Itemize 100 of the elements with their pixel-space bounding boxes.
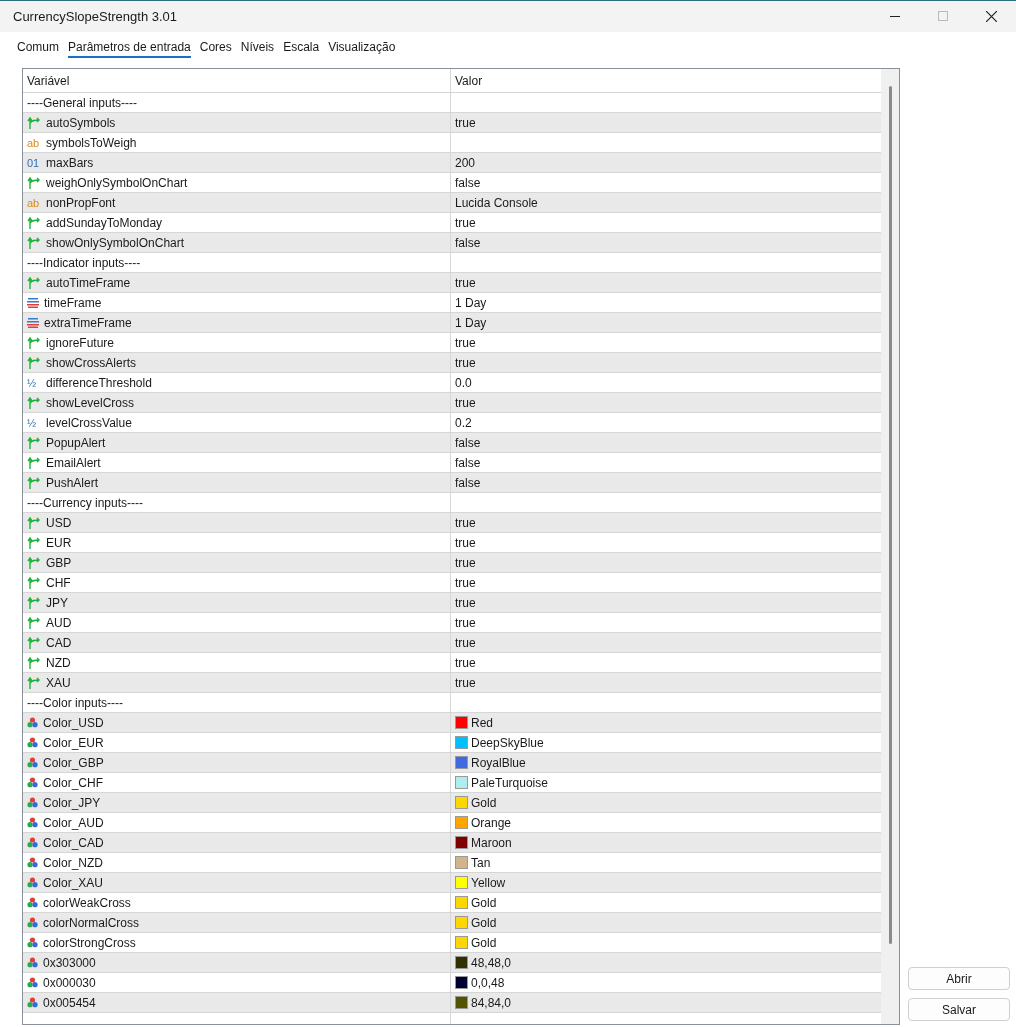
value-text[interactable]: Gold bbox=[471, 935, 497, 950]
value-text[interactable]: RoyalBlue bbox=[471, 755, 526, 770]
dialog-button[interactable]: Salvar bbox=[908, 998, 1010, 1021]
branch-arrow-icon bbox=[27, 175, 41, 190]
variable-name: Color_XAU bbox=[43, 875, 104, 890]
branch-arrow-icon bbox=[27, 615, 41, 630]
value-text[interactable]: 1 Day bbox=[455, 295, 487, 310]
color-circles-icon bbox=[27, 997, 38, 1008]
branch-arrow-icon bbox=[27, 675, 41, 690]
variable-name: Color_JPY bbox=[43, 795, 101, 810]
variable-name: levelCrossValue bbox=[46, 415, 132, 430]
type-icon: ½ bbox=[27, 376, 41, 389]
variable-name: autoTimeFrame bbox=[46, 275, 131, 290]
variable-name: PopupAlert bbox=[46, 435, 106, 450]
value-text[interactable]: false bbox=[455, 455, 481, 470]
variable-name: ignoreFuture bbox=[46, 335, 115, 350]
variable-name: EmailAlert bbox=[46, 455, 101, 470]
close-icon[interactable] bbox=[986, 11, 997, 22]
value-text[interactable]: 0.2 bbox=[455, 415, 472, 430]
variable-name: EUR bbox=[46, 535, 72, 550]
value-text[interactable]: true bbox=[455, 395, 476, 410]
color-circles-icon bbox=[27, 757, 38, 768]
variable-name: Color_CAD bbox=[43, 835, 104, 850]
variable-name: Color_NZD bbox=[43, 855, 103, 870]
variable-name: Color_AUD bbox=[43, 815, 104, 830]
tab[interactable]: Comum bbox=[17, 40, 59, 58]
value-text[interactable]: true bbox=[455, 615, 476, 630]
variable-name: autoSymbols bbox=[46, 115, 116, 130]
variable-name: XAU bbox=[46, 675, 71, 690]
branch-arrow-icon bbox=[27, 535, 41, 550]
value-text[interactable]: false bbox=[455, 175, 481, 190]
value-text[interactable]: true bbox=[455, 275, 476, 290]
tab[interactable]: Níveis bbox=[240, 40, 275, 58]
value-text[interactable]: false bbox=[455, 235, 481, 250]
group-header: ----Currency inputs---- bbox=[27, 495, 143, 510]
value-text[interactable]: Orange bbox=[471, 815, 512, 830]
value-text[interactable]: true bbox=[455, 535, 476, 550]
value-text[interactable]: true bbox=[455, 555, 476, 570]
value-text[interactable]: 0.0 bbox=[455, 375, 472, 390]
variable-name: extraTimeFrame bbox=[44, 315, 132, 330]
variable-name: Color_USD bbox=[43, 715, 104, 730]
value-text[interactable]: true bbox=[455, 595, 476, 610]
value-text[interactable]: true bbox=[455, 575, 476, 590]
value-text[interactable]: Tan bbox=[471, 855, 491, 870]
tab[interactable]: Parâmetros de entrada bbox=[68, 40, 191, 58]
variable-name: CHF bbox=[46, 575, 71, 590]
value-text[interactable]: 200 bbox=[455, 155, 476, 170]
value-text[interactable]: Yellow bbox=[471, 875, 506, 890]
value-text[interactable]: true bbox=[455, 335, 476, 350]
dialog-button[interactable]: Abrir bbox=[908, 967, 1010, 990]
branch-arrow-icon bbox=[27, 235, 41, 250]
column-header[interactable]: Variável bbox=[23, 69, 451, 93]
value-text[interactable]: 48,48,0 bbox=[471, 955, 512, 970]
value-text[interactable]: true bbox=[455, 675, 476, 690]
variable-name: colorStrongCross bbox=[43, 935, 136, 950]
value-text[interactable]: 0,0,48 bbox=[471, 975, 505, 990]
value-text[interactable]: Gold bbox=[471, 915, 497, 930]
branch-arrow-icon bbox=[27, 455, 41, 470]
variable-name: 0x303000 bbox=[43, 955, 96, 970]
tab[interactable]: Escala bbox=[283, 40, 320, 58]
value-text[interactable]: Red bbox=[471, 715, 493, 730]
variable-name: CAD bbox=[46, 635, 72, 650]
variable-name: 0x000030 bbox=[43, 975, 96, 990]
value-text[interactable]: true bbox=[455, 115, 476, 130]
value-text[interactable]: Lucida Console bbox=[455, 195, 538, 210]
branch-arrow-icon bbox=[27, 395, 41, 410]
variable-name: Color_CHF bbox=[43, 775, 103, 790]
value-text[interactable]: Gold bbox=[471, 895, 497, 910]
column-header[interactable]: Valor bbox=[451, 69, 483, 93]
value-text[interactable]: true bbox=[455, 635, 476, 650]
value-text[interactable]: false bbox=[455, 475, 481, 490]
branch-arrow-icon bbox=[27, 215, 41, 230]
maximize-icon[interactable] bbox=[938, 11, 948, 21]
value-text[interactable]: true bbox=[455, 215, 476, 230]
value-text[interactable]: true bbox=[455, 515, 476, 530]
value-text[interactable]: PaleTurquoise bbox=[471, 775, 548, 790]
scrollbar-thumb[interactable] bbox=[888, 86, 892, 944]
branch-arrow-icon bbox=[27, 655, 41, 670]
window-title: CurrencySlopeStrength 3.01 bbox=[12, 9, 178, 24]
value-text[interactable]: true bbox=[455, 355, 476, 370]
value-text[interactable]: 1 Day bbox=[455, 315, 487, 330]
value-text[interactable]: DeepSkyBlue bbox=[471, 735, 544, 750]
variable-name: Color_EUR bbox=[43, 735, 104, 750]
value-text[interactable]: true bbox=[455, 655, 476, 670]
tab[interactable]: Cores bbox=[199, 40, 232, 58]
value-text[interactable]: false bbox=[455, 435, 481, 450]
value-text[interactable]: Gold bbox=[471, 795, 497, 810]
type-icon: 01 bbox=[27, 156, 41, 169]
color-circles-icon bbox=[27, 957, 38, 968]
variable-name: nonPropFont bbox=[46, 195, 116, 210]
variable-name: addSundayToMonday bbox=[46, 215, 163, 230]
color-circles-icon bbox=[27, 817, 38, 828]
branch-arrow-icon bbox=[27, 115, 41, 130]
value-text[interactable]: 84,84,0 bbox=[471, 995, 512, 1010]
branch-arrow-icon bbox=[27, 555, 41, 570]
branch-arrow-icon bbox=[27, 575, 41, 590]
variable-name: timeFrame bbox=[44, 295, 102, 310]
tab[interactable]: Visualização bbox=[328, 40, 396, 58]
scrollbar[interactable] bbox=[881, 69, 899, 1024]
value-text[interactable]: Maroon bbox=[471, 835, 512, 850]
